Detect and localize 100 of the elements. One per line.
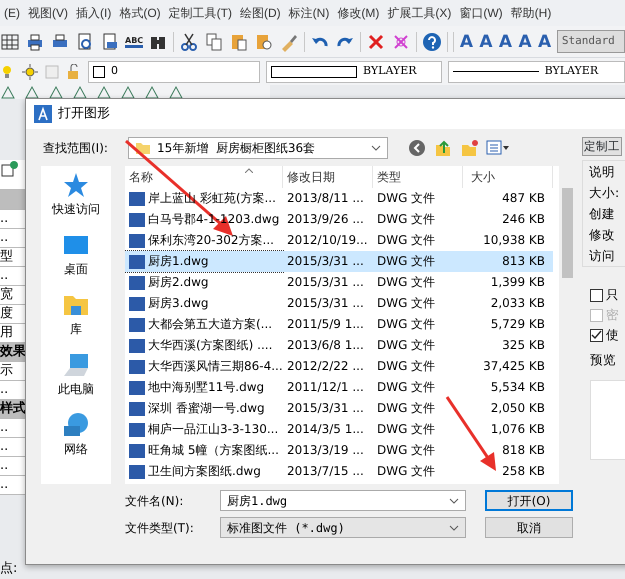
option-label: 使 [606,326,619,344]
solid-icon[interactable] [0,85,16,99]
menu-item[interactable]: 绘图(D) [236,4,285,22]
text-style-icon[interactable]: A [459,32,474,52]
file-row[interactable]: 厨房3.dwg [125,293,283,314]
file-date: 2013/3/19 ... [286,442,365,459]
file-row[interactable]: 旺角城 5幢（方案图纸... [125,440,283,461]
file-name: 厨房2.dwg [148,274,208,291]
checkbox[interactable] [590,328,603,342]
text-style-icon[interactable]: A [518,32,532,52]
look-in-dropdown[interactable]: 15年新增 厨房橱柜图纸36套 [128,136,388,158]
place-item[interactable]: 桌面 [62,232,90,278]
open-button[interactable]: 打开(O) [485,490,573,511]
print-icon[interactable] [25,32,45,52]
file-size: 10,938 KB [482,232,546,249]
file-row[interactable]: 大都会第五大道方案(... [125,314,283,335]
help-icon[interactable] [422,32,442,52]
place-item[interactable]: 快速访问 [52,172,100,218]
column-header[interactable]: 大小 [463,166,553,188]
file-type: DWG 文件 [376,358,436,375]
layer-dropdown[interactable]: 0 [88,60,260,82]
cad-file-icon [129,464,145,478]
menu-item[interactable]: 格式(O) [115,4,165,22]
file-type: DWG 文件 [376,421,436,438]
new-folder-icon[interactable] [460,138,478,156]
menu-item[interactable]: 帮助(H) [506,4,556,22]
file-type: DWG 文件 [376,274,436,291]
file-size: 37,425 KB [482,358,546,375]
scroll-thumb[interactable] [562,188,573,278]
cad-file-icon [129,338,145,352]
cad-file-icon [129,380,145,394]
column-header[interactable]: 名称 [125,166,283,188]
copy-icon[interactable] [204,32,224,52]
view-menu-icon[interactable] [486,140,510,156]
text-style-icon[interactable]: A [478,32,494,52]
cad-file-icon [129,234,145,248]
file-type-label: 文件类型(T): [125,520,195,536]
file-row[interactable]: 地中海别墅11号.dwg [125,377,283,398]
file-date: 2015/3/31 ... [286,295,365,312]
file-type-dropdown[interactable]: 标准图文件 (*.dwg) [220,517,466,538]
column-header[interactable]: 修改日期 [283,166,373,188]
place-item[interactable]: 库 [62,292,90,338]
sun-icon[interactable] [22,64,38,80]
solid-icon[interactable] [168,85,184,99]
file-size: 325 KB [501,337,546,354]
custom-tools-button[interactable]: 定制工 [582,137,622,156]
solid-icon[interactable] [96,85,112,99]
text-style-field[interactable]: Standard [556,30,625,53]
menu-item[interactable]: 扩展工具(X) [383,4,456,22]
column-header[interactable]: 类型 [373,166,463,188]
file-date: 2011/12/1 ... [286,379,365,396]
file-row[interactable]: 卫生间方案图纸.dwg [125,461,283,482]
menu-item[interactable]: 窗口(W) [455,4,507,22]
file-name-label: 文件名(N): [125,492,184,510]
file-row[interactable]: 大华西溪(方案图纸) .... [125,335,283,356]
file-row[interactable]: 桐庐一品江山3-3-130... [125,419,283,440]
menu-item[interactable]: 修改(M) [333,4,384,22]
cancel-button[interactable]: 取消 [485,517,573,538]
text-style-icon[interactable]: A [498,32,513,52]
file-date: 2013/9/26 ... [286,211,365,228]
grid-icon[interactable] [0,32,20,52]
linetype-dropdown[interactable]: BYLAYER [448,60,625,82]
file-size: 818 KB [501,442,546,459]
solid-icon[interactable] [72,85,88,99]
place-item[interactable]: 此电脑 [58,352,94,398]
place-item[interactable]: 网络 [62,412,90,458]
chevron-down-icon [449,524,459,530]
file-date: 2013/7/15 ... [286,463,365,480]
color-dropdown[interactable]: BYLAYER [266,60,442,82]
file-type: DWG 文件 [376,190,436,207]
solid-icon[interactable] [48,85,64,99]
back-icon[interactable] [408,138,426,156]
cad-file-icon [129,254,145,268]
text-style-icon[interactable]: A [537,32,552,52]
file-row[interactable]: 厨房2.dwg [125,272,283,293]
file-row[interactable]: 厨房1.dwg [125,251,283,272]
menu-item[interactable]: 标注(N) [284,4,334,22]
up-folder-icon[interactable] [434,138,452,156]
file-name-field[interactable]: 厨房1.dwg [220,490,466,511]
solid-icon[interactable] [24,85,40,99]
menu-item[interactable]: 插入(I) [72,4,116,22]
checkbox[interactable] [590,288,603,302]
add-layer-icon[interactable] [0,160,18,178]
solid-icon[interactable] [120,85,136,99]
cad-file-icon [129,422,145,436]
menu-item[interactable]: 定制工具(T) [164,4,236,22]
menu-item[interactable]: 视图(V) [24,4,72,22]
scissors-icon[interactable] [179,32,200,52]
cad-file-icon [129,192,145,206]
file-size: 5,729 KB [490,316,546,333]
menu-item[interactable]: (E) [0,4,24,22]
file-type: DWG 文件 [376,316,436,333]
file-date: 2012/10/19... [286,232,369,249]
file-type: DWG 文件 [376,379,436,396]
file-row[interactable]: 大华西溪风情三期86-4... [125,356,283,377]
solid-icon[interactable] [144,85,160,99]
cad-file-icon [129,360,145,374]
file-row[interactable]: 保利东湾20-302方案... [125,230,283,251]
chevron-down-icon [449,498,459,504]
file-row[interactable]: 深圳 香蜜湖一号.dwg [125,398,283,419]
